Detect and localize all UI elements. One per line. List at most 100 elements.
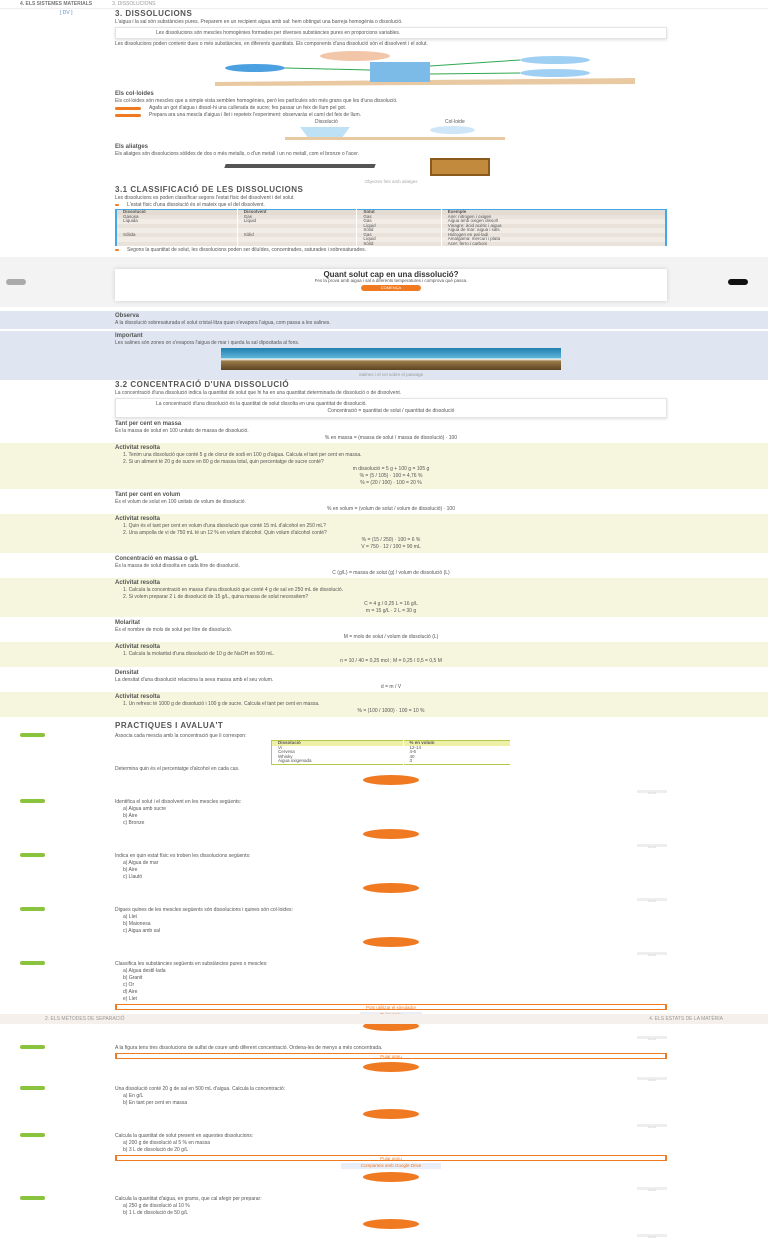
submit-button[interactable]: Envia — [637, 843, 667, 849]
exercise-text: Determina quin és el percentatge d'alcoh… — [115, 765, 240, 772]
prev-section-link[interactable]: 2. ELS MÈTODES DE SEPARACIÓ — [45, 1016, 125, 1022]
activity-item: 2. Una ampolla de vi de 750 mL té un 12 … — [123, 530, 327, 536]
footer-nav: 2. ELS MÈTODES DE SEPARACIÓ 4. ELS ESTAT… — [0, 1014, 768, 1024]
exercise-option: b) Aire — [123, 812, 138, 819]
activity-title: Activitat resolta — [115, 694, 161, 700]
formula: C (g/L) = massa de solut (g) / volum de … — [332, 570, 450, 576]
exercise-number-badge — [20, 1085, 45, 1090]
note-text: Agafa un got d'aigua i dissol-hi una cul… — [149, 105, 347, 111]
activity-title: Activitat resolta — [115, 445, 161, 451]
exercise-option: b) 1 L de dissolució de 50 g/L — [123, 1209, 189, 1216]
method-text: És el volum de solut en 100 unitats de v… — [115, 499, 246, 505]
exercise-option: e) Llet — [123, 995, 137, 1002]
section-concentracio: 3.2 CONCENTRACIÓ D'UNA DISSOLUCIÓ La con… — [115, 380, 667, 418]
submit-button[interactable]: Envia — [637, 897, 667, 903]
classification-heading: 3.1 CLASSIFICACIÓ DE LES DISSOLUCIONS — [115, 185, 304, 194]
exercise-text: Identifica el solut i el dissolvent en l… — [115, 798, 242, 805]
method-title: Densitat — [115, 670, 139, 676]
important-title: Important — [115, 333, 143, 339]
start-button[interactable]: COMENÇA — [360, 285, 422, 291]
submit-button[interactable]: Envia — [637, 951, 667, 957]
exercise: 9Calcula la quantitat d'aigua, en grams,… — [20, 1195, 667, 1239]
activity-item: 2. Si volem preparar 2 L de dissolució d… — [123, 594, 309, 600]
solved-activity: Activitat resolta 1. Calcula la concentra… — [0, 578, 768, 617]
figure-label: Dissolució — [315, 119, 338, 125]
exercise: 4Digues quines de les mescles següents s… — [20, 906, 667, 957]
check-answer-button[interactable] — [363, 882, 419, 893]
card-subtitle: Fes la prova amb aigua i sal a diferents… — [314, 278, 468, 283]
formula: Concentració = quantitat de solut / quan… — [327, 408, 455, 414]
exercise: 8Calcula la quantitat de solut present e… — [20, 1132, 667, 1192]
exercise-number-badge — [20, 733, 45, 737]
observa-box: Observa A la dissolució sobresaturada el… — [0, 311, 768, 329]
submit-button[interactable]: Envia — [637, 789, 667, 795]
definition-box: Les dissolucions són mescles homogènies … — [115, 27, 667, 39]
method-title: Molaritat — [115, 620, 141, 626]
check-answer-button[interactable] — [363, 828, 419, 839]
exercise-option: c) Aigua amb sal — [123, 927, 160, 934]
exercise-option: b) Aire — [123, 866, 138, 873]
google-drive-button[interactable]: Comparteix amb Google Drive — [340, 1162, 442, 1169]
submit-button[interactable]: Envia — [637, 1186, 667, 1192]
solution-line: % = (100 / 1000) · 100 = 10 % — [357, 708, 425, 714]
check-answer-button[interactable] — [363, 1171, 419, 1182]
paragraph: La concentració d'una dissolució indica … — [115, 390, 402, 396]
exercise: 1Associa cada mescla amb la concentració… — [20, 733, 667, 795]
solved-activity: Activitat resolta 1. Quin és el tant per … — [0, 514, 768, 553]
submit-button[interactable]: Envia — [637, 1233, 667, 1239]
exercise-option: a) 250 g de dissolució al 10 % — [123, 1202, 190, 1209]
submit-button[interactable]: Envia — [637, 1035, 667, 1041]
exercise-text: Una dissolució conté 20 g de sal en 500 … — [115, 1085, 286, 1092]
paragraph: Els col·loides són mescles que a simple … — [115, 98, 398, 104]
exercise-text: Calcula la quantitat de solut present en… — [115, 1132, 254, 1139]
note-item: Prepara ara una mescla d'aigua i llet i … — [115, 112, 667, 118]
page-link[interactable]: [ DV ] — [60, 10, 73, 16]
check-answer-button[interactable] — [363, 1218, 419, 1229]
exercise-option: a) Aigua destil·lada — [123, 967, 166, 974]
exercise-option: a) 200 g de dissolució al 5 % en massa — [123, 1139, 210, 1146]
formula: % en massa = (massa de solut / massa de … — [324, 435, 458, 441]
note-item: Agafa un got d'aigua i dissol-hi una cul… — [115, 105, 667, 111]
check-answer-button[interactable] — [363, 936, 419, 947]
method-text: La densitat d'una dissolució relaciona l… — [115, 677, 274, 683]
formula: M = mols de solut / volum de dissolució … — [343, 634, 439, 640]
exercise-text: Associa cada mescla amb la concentració … — [115, 733, 247, 739]
submit-button[interactable]: Envia — [637, 1123, 667, 1129]
upload-button[interactable]: Pots utilitzar el simulador — [115, 1003, 667, 1010]
activity-title: Activitat resolta — [115, 644, 161, 650]
check-answer-button[interactable] — [363, 1061, 419, 1072]
check-answer-button[interactable] — [363, 1108, 419, 1119]
solution-line: % = (20 / 100) · 100 = 20 % — [360, 480, 422, 486]
check-answer-button[interactable] — [363, 774, 419, 785]
exercise-option: b) Maionesa — [123, 920, 151, 927]
important-text: Les salines són zones on s'evapora l'aig… — [115, 340, 300, 346]
formula: % en volum = (volum de solut / volum de … — [327, 506, 455, 512]
definition-text: La concentració d'una dissolució és la q… — [156, 401, 367, 407]
colloid-illustration: Dissolució Col·loide — [115, 119, 667, 141]
method-text: És la massa de solut en 100 unitats de m… — [115, 428, 249, 434]
exercise-text: Digues quines de les mescles següents só… — [115, 906, 293, 913]
upload-button[interactable]: Pujar arxiu — [115, 1052, 667, 1059]
upload-button[interactable]: Pujar arxiu — [115, 1154, 667, 1161]
solved-activity: Activitat resolta 1. Tenim una dissolució… — [0, 443, 768, 489]
exercise-option: a) Aigua de mar — [123, 859, 159, 866]
solved-activity: Activitat resolta 1. Calcula la molaritat… — [0, 642, 768, 667]
next-arrow-icon[interactable] — [728, 279, 748, 285]
solution-line: m dissolució = 5 g + 100 g = 105 g — [352, 466, 430, 472]
section-title[interactable]: 3. DISSOLUCIONS — [112, 1, 155, 7]
solution-line: V = 750 · 12 / 100 = 90 mL — [361, 544, 421, 550]
unit-title[interactable]: 4. ELS SISTEMES MATERIALS — [20, 1, 92, 7]
exercise-option: a) En g/L — [123, 1092, 144, 1099]
practice-section: PRACTIQUES I AVALUA'T 1Associa cada mesc… — [20, 721, 667, 1239]
next-section-link[interactable]: 4. ELS ESTATS DE LA MATÈRIA — [649, 1016, 723, 1022]
exercise-text: Calcula la quantitat d'aigua, en grams, … — [115, 1195, 262, 1202]
bullet-icon — [115, 107, 141, 110]
activity-title: Activitat resolta — [115, 516, 161, 522]
classification-table: Dissolució Dissolvent Solut Exemple Gasosa G… — [115, 209, 667, 246]
prev-arrow-icon[interactable] — [6, 279, 26, 285]
section-heading: 3. DISSOLUCIONS — [115, 9, 193, 18]
submit-button[interactable]: Envia — [637, 1076, 667, 1082]
intro-text: L'aigua i la sal són substàncies pures. … — [115, 19, 403, 25]
exercise-option: b) 3 L de dissolució de 20 g/L — [123, 1146, 189, 1153]
paragraph: Les dissolucions poden contenir dues o m… — [115, 41, 428, 47]
